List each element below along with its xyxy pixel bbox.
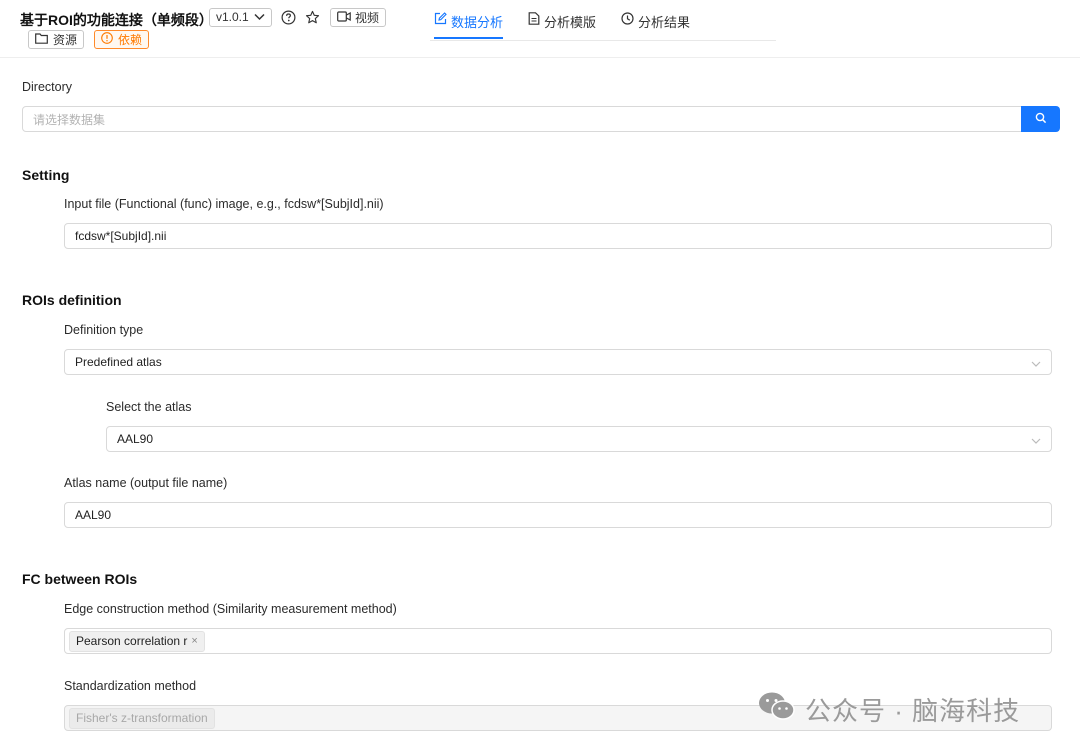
tag-label: Pearson correlation r (76, 634, 188, 648)
tab-label: 分析结果 (638, 15, 691, 30)
chevron-down-icon (254, 8, 265, 27)
tag-label: Fisher's z-transformation (76, 711, 208, 725)
chevron-down-icon (1031, 357, 1041, 371)
definition-type-select[interactable]: Predefined atlas (64, 349, 1052, 375)
select-atlas-select[interactable]: AAL90 (106, 426, 1052, 452)
app-title: 基于ROI的功能连接（单频段） (20, 12, 213, 28)
atlas-name-value: AAL90 (75, 508, 112, 522)
watermark-text: 公众号 · 脑海科技 (805, 696, 1021, 726)
tab-label: 数据分析 (451, 15, 504, 30)
tabs-divider (430, 40, 776, 41)
folder-icon (35, 32, 48, 47)
file-icon (528, 12, 540, 28)
section-title-rois: ROIs definition (22, 292, 122, 308)
watermark: 公众号 · 脑海科技 (757, 690, 1020, 729)
video-button[interactable]: 视频 (330, 8, 387, 27)
section-title-fc: FC between ROIs (22, 571, 138, 587)
atlas-name-label: Atlas name (output file name) (64, 476, 228, 490)
input-file-value: fcdsw*[SubjId].nii (75, 229, 167, 243)
edge-method-select[interactable]: Pearson correlation r × (64, 628, 1052, 654)
directory-label: Directory (22, 80, 73, 94)
resources-button[interactable]: 资源 (28, 30, 85, 49)
atlas-name-field[interactable]: AAL90 (64, 502, 1052, 528)
standardization-tag: Fisher's z-transformation (69, 707, 215, 729)
section-title-setting: Setting (22, 167, 70, 183)
clock-icon (621, 12, 634, 28)
video-icon (337, 10, 351, 25)
info-icon (101, 32, 113, 47)
resources-label: 资源 (53, 33, 78, 47)
select-atlas-label: Select the atlas (106, 400, 192, 414)
select-atlas-value: AAL90 (117, 432, 154, 446)
directory-placeholder: 请选择数据集 (33, 112, 106, 127)
dependencies-button[interactable]: 依赖 (94, 30, 150, 49)
tab-data-analysis[interactable]: 数据分析 (434, 8, 504, 39)
tab-label: 分析模版 (544, 15, 597, 30)
search-button[interactable] (1021, 106, 1060, 132)
dependencies-label: 依赖 (118, 33, 143, 47)
tab-analysis-results[interactable]: 分析结果 (621, 8, 690, 39)
edge-method-label: Edge construction method (Similarity mea… (64, 602, 397, 616)
definition-type-value: Predefined atlas (75, 355, 162, 369)
chevron-down-icon (1031, 434, 1041, 448)
help-icon[interactable] (280, 9, 297, 26)
close-icon[interactable]: × (191, 635, 197, 647)
search-icon (1035, 112, 1047, 127)
directory-search-input[interactable]: 请选择数据集 (22, 106, 1022, 132)
video-label: 视频 (355, 11, 380, 25)
version-select[interactable]: v1.0.1 (209, 8, 272, 27)
input-file-label: Input file (Functional (func) image, e.g… (64, 197, 384, 211)
edge-method-tag: Pearson correlation r × (69, 630, 205, 652)
definition-type-label: Definition type (64, 323, 144, 337)
wechat-icon (757, 690, 797, 729)
tab-analysis-template[interactable]: 分析模版 (528, 8, 596, 39)
version-label: v1.0.1 (216, 10, 249, 24)
star-icon[interactable] (304, 9, 321, 26)
standardization-label: Standardization method (64, 679, 197, 693)
app-header: 基于ROI的功能连接（单频段） v1.0.1 视频 资源 依赖 数据分析 分析模… (0, 0, 1080, 58)
input-file-field[interactable]: fcdsw*[SubjId].nii (64, 223, 1052, 249)
edit-icon (434, 12, 447, 28)
